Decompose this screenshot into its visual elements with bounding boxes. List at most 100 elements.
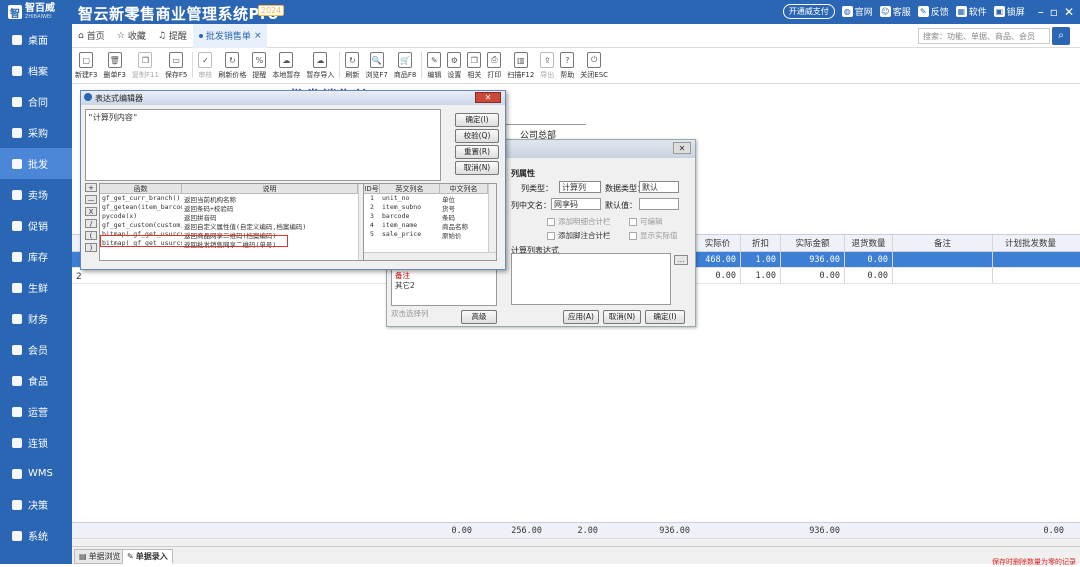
software-link[interactable]: ▦ 软件 xyxy=(955,5,987,18)
cell-price[interactable]: 468.00 xyxy=(694,252,740,267)
toolbar-button-17[interactable]: ⇪ 导出 xyxy=(537,52,557,80)
toolbar-button-5[interactable]: ↻ 刷新价格 xyxy=(215,52,249,80)
operator-button[interactable]: ) xyxy=(85,243,97,252)
sidebar-item-11[interactable]: 食品 xyxy=(0,365,72,396)
tab-favorites[interactable]: ☆ 收藏 xyxy=(111,24,152,48)
sidebar-item-5[interactable]: 卖场 xyxy=(0,179,72,210)
confirm-button[interactable]: 确定(I) xyxy=(455,113,499,127)
sidebar-item-4[interactable]: 批发 xyxy=(0,148,72,179)
website-link[interactable]: ◍ 官网 xyxy=(841,5,873,18)
operator-button[interactable]: / xyxy=(85,219,97,228)
sidebar-item-16[interactable]: 系统 xyxy=(0,520,72,551)
toolbar-button-1[interactable]: 🗑 删单F3 xyxy=(100,52,128,80)
toolbar-button-19[interactable]: ⏻ 关闭ESC xyxy=(577,52,611,80)
list-item[interactable]: gf_getean(item_barcode)返回条码+校验码 xyxy=(100,203,366,212)
cancel-button[interactable]: 取消(N) xyxy=(455,161,499,175)
sidebar-item-7[interactable]: 库存 xyxy=(0,241,72,272)
cell-return-qty[interactable]: 0.00 xyxy=(844,268,892,283)
sidebar-item-1[interactable]: 档案 xyxy=(0,55,72,86)
toolbar-button-12[interactable]: ✎ 编辑 xyxy=(424,52,444,80)
sidebar-item-10[interactable]: 会员 xyxy=(0,334,72,365)
lock-screen-link[interactable]: ▣ 锁屏 xyxy=(993,5,1025,18)
toolbar-button-14[interactable]: ❒ 相关 xyxy=(464,52,484,80)
ok-button[interactable]: 确定(I) xyxy=(645,310,685,324)
column-type-select[interactable]: 计算列 xyxy=(559,181,601,193)
cell-discount[interactable]: 1.00 xyxy=(740,252,780,267)
col-header-discount[interactable]: 折扣 xyxy=(740,235,780,251)
list-item[interactable]: 其它2 xyxy=(392,281,496,291)
cell-return-qty[interactable]: 0.00 xyxy=(844,252,892,267)
function-list[interactable]: 函数 说明 gf_get_curr_branch() 返回当前机构名称 gf_gete… xyxy=(99,183,367,261)
toolbar-button-13[interactable]: ⚙ 设置 xyxy=(444,52,464,80)
list-item[interactable]: 2 item_subno 货号 xyxy=(364,203,496,212)
sidebar-item-3[interactable]: 采购 xyxy=(0,117,72,148)
toolbar-button-18[interactable]: ? 帮助 xyxy=(557,52,577,80)
edit-expression-button[interactable]: … xyxy=(674,255,688,265)
tab-document-browse[interactable]: ▤ 单据浏览 xyxy=(74,549,126,564)
feedback-link[interactable]: ✎ 反馈 xyxy=(917,5,949,18)
cell-note[interactable] xyxy=(892,268,992,283)
horizontal-scrollbar[interactable] xyxy=(364,252,496,260)
sidebar-item-13[interactable]: 连锁 xyxy=(0,427,72,458)
toolbar-button-15[interactable]: ⎙ 打印 xyxy=(484,52,504,80)
cell-plan-qty[interactable] xyxy=(992,268,1068,283)
cell-plan-qty[interactable] xyxy=(992,252,1068,267)
show-actual-checkbox[interactable]: 显示实际值 xyxy=(629,230,678,241)
tab-document-entry[interactable]: ✎ 单据录入 xyxy=(122,549,173,564)
toolbar-button-16[interactable]: ▥ 扫描F12 xyxy=(504,52,537,80)
list-item[interactable]: 5 sale_price 原始价 xyxy=(364,230,496,239)
toolbar-button-3[interactable]: ▭ 保存F5 xyxy=(162,52,190,80)
validate-button[interactable]: 校验(Q) xyxy=(455,129,499,143)
close-icon[interactable]: ✕ xyxy=(673,142,691,154)
col-header-return-qty[interactable]: 退货数量 xyxy=(844,235,892,251)
sidebar-item-12[interactable]: 运营 xyxy=(0,396,72,427)
advanced-button[interactable]: 高级 xyxy=(461,310,497,324)
close-button[interactable]: ✕ xyxy=(1064,5,1074,19)
search-button[interactable]: ⌕ xyxy=(1052,27,1070,45)
toolbar-button-9[interactable]: ↻ 刷新 xyxy=(342,52,362,80)
sidebar-item-2[interactable]: 合同 xyxy=(0,86,72,117)
close-tab-icon[interactable]: × xyxy=(254,31,262,41)
detail-total-checkbox[interactable]: 添加明细合计栏 xyxy=(547,216,611,227)
search-input[interactable]: 搜索：功能、单据、商品、会员 xyxy=(918,28,1050,44)
list-item[interactable]: 4 item_name 商品名称 xyxy=(364,221,496,230)
operator-button[interactable]: X xyxy=(85,207,97,216)
tab-home[interactable]: ⌂ 首页 xyxy=(72,24,111,48)
operator-button[interactable]: ( xyxy=(85,231,97,240)
list-item[interactable]: gf_get_custom(custom, he返回自定义属性值(自定义编码,档… xyxy=(100,221,366,230)
sidebar-item-15[interactable]: 决策 xyxy=(0,489,72,520)
cell-amount[interactable]: 936.00 xyxy=(780,252,844,267)
expression-textarea[interactable]: "计算列内容" xyxy=(85,109,441,181)
tab-wholesale-order[interactable]: 批发销售单 × xyxy=(192,23,268,48)
tab-reminders[interactable]: ♫ 提醒 xyxy=(152,24,193,48)
list-item[interactable]: 3 barcode 条码 xyxy=(364,212,496,221)
default-value-input[interactable] xyxy=(639,198,679,210)
editable-checkbox[interactable]: 可编辑 xyxy=(629,216,663,227)
cn-name-input[interactable]: 网享码 xyxy=(551,198,601,210)
list-item[interactable]: 备注 xyxy=(392,271,496,281)
apply-button[interactable]: 应用(A) xyxy=(563,310,599,324)
horizontal-scrollbar[interactable] xyxy=(72,538,1080,546)
operator-button[interactable]: + xyxy=(85,183,97,192)
expression-textbox[interactable] xyxy=(511,253,671,305)
column-name-list[interactable]: ID号 英文列名 中文列名 1 unit_no 单位 2 item_subno 货号 3 barc… xyxy=(363,183,497,261)
cell-note[interactable] xyxy=(892,252,992,267)
footer-total-checkbox[interactable]: 添加脚注合计栏 xyxy=(547,230,611,241)
col-header-amount[interactable]: 实际金额 xyxy=(780,235,844,251)
data-type-select[interactable]: 默认 xyxy=(639,181,679,193)
toolbar-button-2[interactable]: ❐ 复制F11 xyxy=(129,52,162,80)
toolbar-button-11[interactable]: 🛒 商品F8 xyxy=(391,52,419,80)
list-item[interactable]: 1 unit_no 单位 xyxy=(364,194,496,203)
sidebar-item-9[interactable]: 财务 xyxy=(0,303,72,334)
toolbar-button-0[interactable]: ▢ 新建F3 xyxy=(72,52,100,80)
col-header-price[interactable]: 实际价 xyxy=(694,235,740,251)
service-link[interactable]: ☺ 客服 xyxy=(879,5,911,18)
reset-button[interactable]: 重置(R) xyxy=(455,145,499,159)
cell-price[interactable]: 0.00 xyxy=(694,268,740,283)
toolbar-button-6[interactable]: % 提醒 xyxy=(249,52,269,80)
toolbar-button-7[interactable]: ☁ 本地暂存 xyxy=(269,52,303,80)
toolbar-button-8[interactable]: ☁ 暂存导入 xyxy=(303,52,337,80)
restore-button[interactable]: ▫ xyxy=(1050,5,1058,19)
toolbar-button-4[interactable]: ✓ 审核 xyxy=(195,52,215,80)
sidebar-item-14[interactable]: WMS xyxy=(0,458,72,489)
